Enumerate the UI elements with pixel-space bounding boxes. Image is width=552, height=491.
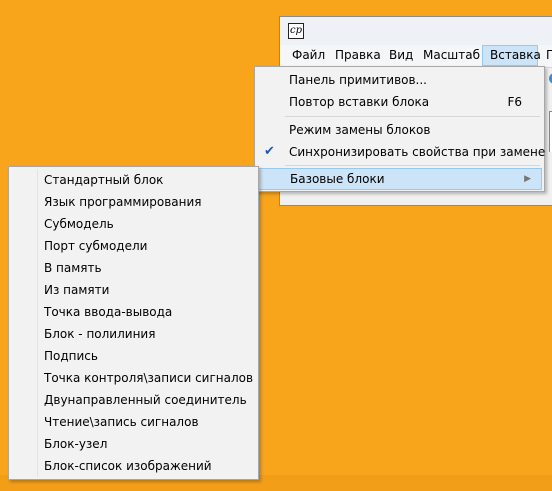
- menu-item-label: Из памяти: [44, 283, 110, 297]
- menu-item-label: Стандартный блок: [44, 173, 164, 187]
- basic-blocks-submenu: Стандартный блок Язык программирования С…: [8, 166, 259, 480]
- menu-item-label: Режим замены блоков: [289, 123, 431, 137]
- menu-item-label: Чтение\запись сигналов: [44, 415, 199, 429]
- menu-item-label: Базовые блоки: [290, 172, 385, 186]
- menu-item-label: Порт субмодели: [44, 239, 148, 253]
- menu-item-label: Синхронизировать свойства при замене: [289, 145, 546, 159]
- menu-bar: Файл Правка Вид Масштаб Вставка П: [280, 45, 552, 68]
- menu-view[interactable]: Вид: [382, 45, 420, 66]
- insert-menu: Панель примитивов... Повтор вставки блок…: [254, 66, 545, 192]
- checkmark-icon: ✔: [264, 144, 275, 159]
- submenu-item-submodel-port[interactable]: Порт субмодели: [11, 235, 256, 257]
- submenu-item-from-memory[interactable]: Из памяти: [11, 279, 256, 301]
- shortcut-label: F6: [507, 95, 522, 109]
- menu-item-label: Субмодель: [44, 217, 114, 231]
- menu-separator: [285, 116, 540, 117]
- menu-edit[interactable]: Правка: [328, 45, 388, 66]
- menu-item-repeat-insert[interactable]: Повтор вставки блока F6: [257, 91, 542, 113]
- menu-insert[interactable]: Вставка: [482, 45, 541, 66]
- submenu-item-node-block[interactable]: Блок-узел: [11, 433, 256, 455]
- app-icon[interactable]: cp: [288, 23, 304, 39]
- menu-item-label: Двунаправленный соединитель: [44, 393, 247, 407]
- menu-item-label: Блок-узел: [44, 437, 108, 451]
- menu-item-sync-properties[interactable]: ✔ Синхронизировать свойства при замене: [257, 141, 546, 163]
- submenu-item-caption[interactable]: Подпись: [11, 345, 256, 367]
- menu-item-label: Блок-список изображений: [44, 459, 212, 473]
- menu-file[interactable]: Файл: [285, 45, 332, 66]
- menu-item-label: Повтор вставки блока: [289, 95, 430, 109]
- title-bar[interactable]: cp: [280, 17, 552, 45]
- submenu-item-bidirectional-connector[interactable]: Двунаправленный соединитель: [11, 389, 256, 411]
- menu-item-primitives-panel[interactable]: Панель примитивов...: [257, 69, 542, 91]
- menu-item-basic-blocks[interactable]: Базовые блоки ▶: [257, 168, 542, 190]
- submenu-item-io-point[interactable]: Точка ввода-вывода: [11, 301, 256, 323]
- submenu-item-polyline-block[interactable]: Блок - полилиния: [11, 323, 256, 345]
- submenu-item-submodel[interactable]: Субмодель: [11, 213, 256, 235]
- menu-item-label: Блок - полилиния: [44, 327, 156, 341]
- menu-partial[interactable]: П: [539, 45, 552, 66]
- menu-item-label: В память: [44, 261, 102, 275]
- menu-item-label: Точка ввода-вывода: [44, 305, 173, 319]
- submenu-item-signal-checkpoint[interactable]: Точка контроля\записи сигналов: [11, 367, 256, 389]
- submenu-item-signal-read-write[interactable]: Чтение\запись сигналов: [11, 411, 256, 433]
- menu-item-label: Панель примитивов...: [289, 73, 427, 87]
- menu-item-label: Точка контроля\записи сигналов: [44, 371, 254, 385]
- submenu-arrow-icon: ▶: [524, 174, 531, 184]
- menu-separator: [285, 165, 540, 166]
- menu-scale[interactable]: Масштаб: [416, 45, 487, 66]
- menu-item-label: Подпись: [44, 349, 98, 363]
- submenu-item-standard-block[interactable]: Стандартный блок: [11, 169, 256, 191]
- menu-item-replace-mode[interactable]: Режим замены блоков: [257, 119, 542, 141]
- submenu-item-programming-language[interactable]: Язык программирования: [11, 191, 256, 213]
- submenu-item-image-list-block[interactable]: Блок-список изображений: [11, 455, 256, 477]
- menu-item-label: Язык программирования: [44, 195, 202, 209]
- submenu-item-to-memory[interactable]: В память: [11, 257, 256, 279]
